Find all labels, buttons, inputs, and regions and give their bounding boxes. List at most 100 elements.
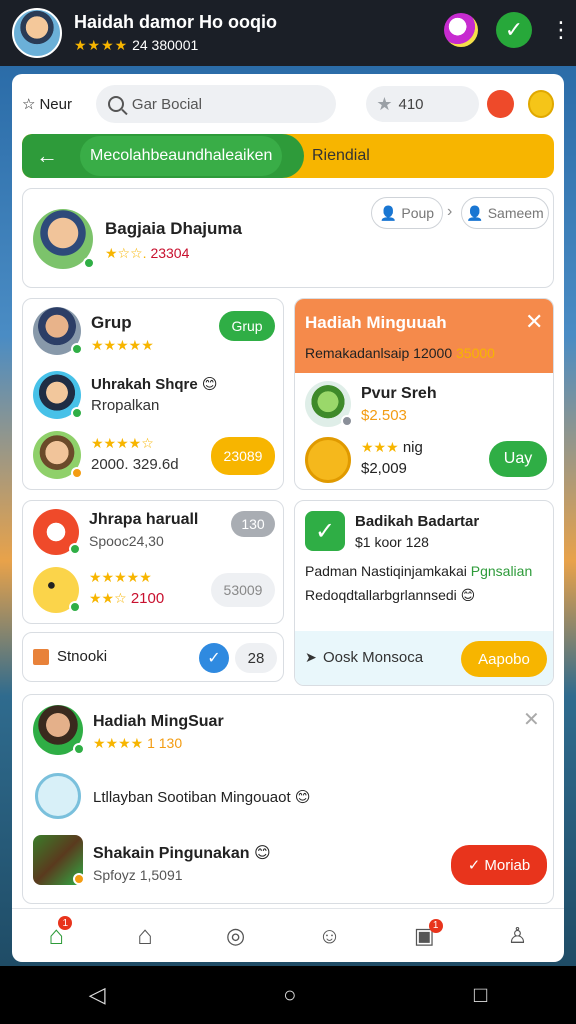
back-triangle-icon[interactable]: ◁ (89, 982, 106, 1008)
mid-left-card: Jhrapa haruall Spooc24,30 130 ★★★★★ ★★☆ … (22, 500, 284, 624)
home-circle-icon[interactable]: ○ (283, 982, 296, 1008)
close-icon[interactable]: ✕ (523, 707, 540, 732)
reward-avatar[interactable] (305, 381, 353, 427)
nav-home[interactable]: ⌂ (137, 920, 153, 951)
home-badge: 1 (58, 916, 73, 930)
banner-right-label[interactable]: Riendial (312, 147, 370, 165)
reward-item2-stars: ★★★ (361, 439, 399, 455)
game-thumbnail[interactable] (33, 835, 85, 885)
user-name: Haidah damor Ho ooqio (74, 12, 278, 32)
smile-emoji-icon: 😊 (253, 845, 271, 862)
reward-item-name: Pvur Sreh (361, 385, 437, 402)
profile-avatar[interactable] (33, 209, 95, 269)
mid-item2-value: 2100 (130, 590, 165, 607)
reward-header: Hadiah Minguuah ✕ Remakadanlsaip 12000 3… (295, 299, 553, 373)
check-icon[interactable]: ✓ (496, 12, 532, 48)
sameem-button[interactable]: 👤 Sameem (461, 197, 549, 229)
system-nav-bar: ◁ ○ □ (0, 966, 576, 1024)
nav-rewards[interactable]: ▣ 1 (414, 918, 443, 949)
back-arrow-icon[interactable]: ← (22, 143, 72, 169)
profile-name: Bagjaia Dhajuma (105, 219, 242, 238)
smile-avatar[interactable] (33, 509, 81, 555)
handshake-icon (35, 773, 81, 819)
member-stars: ★★★★☆ (91, 435, 154, 451)
emoji-avatar[interactable] (33, 567, 81, 613)
nav-home-active[interactable]: ⌂ 1 (49, 916, 73, 951)
nav-explore[interactable]: ◎ (226, 923, 245, 949)
badge-check-icon: ✓ (305, 511, 345, 551)
search-icon (107, 96, 124, 112)
status-dot (73, 873, 85, 885)
search-input[interactable]: Gar Bocial (95, 85, 337, 123)
nav-community[interactable]: ☺ (318, 923, 340, 949)
mascot-icon[interactable] (444, 13, 478, 47)
nav-profile[interactable]: ♙ (508, 923, 528, 949)
gift-badge: 1 (428, 918, 443, 933)
person-icon: 👤 (379, 204, 398, 221)
bottom-item3-name: Shakain Pingunakan (93, 845, 250, 862)
star-outline-icon: ☆ (22, 96, 36, 113)
mid-item1-sub: Spooc24,30 (89, 533, 164, 549)
people-icon: ☺ (318, 922, 341, 948)
status-dot (341, 415, 353, 427)
house-icon: ⌂ (137, 920, 153, 950)
reward-card: Hadiah Minguuah ✕ Remakadanlsaip 12000 3… (294, 298, 554, 490)
main-panel: ☆ Neur Gar Bocial ★ 410 ← Mecolahbeaundh… (12, 74, 564, 962)
mid-right-line1: Padman Nastiqinjamkakai (305, 563, 467, 579)
compass-icon: ◎ (226, 922, 246, 948)
user-score: 24 380001 (132, 37, 199, 53)
header-banner: ← Mecolahbeaundhaleaiken Riendial (22, 134, 554, 178)
bottom-item1-stars: ★★★★ (93, 735, 144, 751)
user-stars: ★★★★ (74, 37, 129, 53)
online-status-dot (69, 543, 81, 555)
recents-square-icon[interactable]: □ (474, 982, 487, 1008)
octopus-icon[interactable] (487, 90, 514, 118)
star-icon: ★ (376, 93, 393, 114)
reward-item2-name: nig (402, 439, 423, 456)
user-rating: ★★★★ 24 380001 (74, 37, 277, 54)
member-avatar[interactable] (33, 431, 83, 479)
banner-title: Mecolahbeaundhaleaiken (80, 136, 283, 176)
gold-coin-icon (305, 437, 351, 483)
score-pill[interactable]: ★ 410 (366, 86, 480, 122)
bottom-card: Hadiah MingSuar ★★★★ 1 130 ✕ Ltllayban S… (22, 694, 554, 904)
more-menu-icon[interactable]: ⋮ (550, 17, 572, 43)
count-badge[interactable]: 130 (231, 511, 275, 537)
online-status-dot (73, 743, 85, 755)
aapobo-button[interactable]: Aapobo (461, 641, 547, 677)
value-badge[interactable]: 53009 (211, 573, 275, 607)
banner-left: ← Mecolahbeaundhaleaiken (22, 134, 304, 178)
check-icon: ✓ (467, 857, 481, 874)
moriab-button[interactable]: ✓ Moriab (451, 845, 547, 885)
profile-card: Bagjaia Dhajuma ★☆☆. 23304 👤 Poup › 👤 Sa… (22, 188, 554, 288)
poup-button[interactable]: 👤 Poup (371, 197, 443, 229)
gift-box-icon (33, 649, 49, 665)
verified-check-icon[interactable]: ✓ (199, 643, 229, 673)
snooki-count[interactable]: 28 (235, 643, 277, 673)
moriab-label: Moriab (484, 856, 531, 874)
smile-emoji-icon: 😊 (294, 789, 311, 806)
value-button[interactable]: 23089 (211, 437, 275, 475)
new-button[interactable]: ☆ Neur (22, 95, 82, 114)
woman-avatar[interactable] (33, 705, 85, 755)
grup-button[interactable]: Grup (219, 311, 275, 341)
toolbar-row: ☆ Neur Gar Bocial ★ 410 (22, 84, 555, 124)
mid-item2-sub-stars: ★★☆ (89, 590, 127, 606)
coin-icon[interactable] (527, 90, 555, 118)
member-sub: Rropalkan (91, 397, 160, 414)
reward-title: Hadiah Minguuah (305, 313, 447, 332)
uay-button[interactable]: Uay (489, 441, 547, 477)
top-app-bar: Haidah damor Ho ooqio ★★★★ 24 380001 ✓ ⋮ (0, 0, 576, 66)
group-card: Grup ★★★★★ Grup Uhrakah Shqre 😊 Rropalka… (22, 298, 284, 490)
group-avatar[interactable] (33, 307, 83, 355)
top-actions: ✓ ⋮ (444, 12, 572, 48)
mid-right-footer: ➤ Oosk Monsoca Aapobo (295, 631, 553, 685)
user-avatar[interactable] (12, 8, 62, 58)
member-value: 2000. 329.6d (91, 456, 179, 473)
group-title: Grup (91, 313, 132, 332)
close-icon[interactable]: ✕ (525, 309, 543, 335)
footer-label: Oosk Monsoca (323, 649, 424, 666)
online-status-dot (69, 601, 81, 613)
member-avatar[interactable] (33, 371, 83, 419)
sameem-label: Sameem (487, 205, 544, 221)
